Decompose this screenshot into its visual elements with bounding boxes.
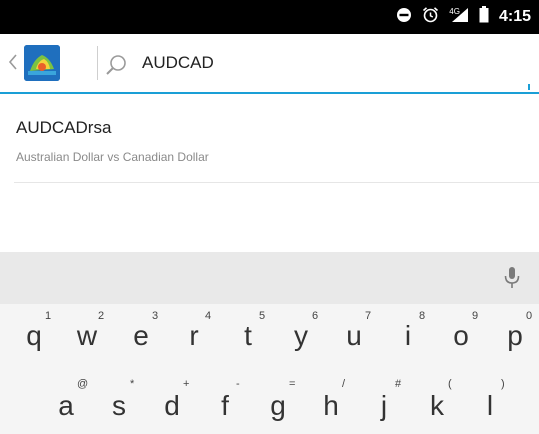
key-label: j [380,390,388,421]
key-label: r [189,320,199,351]
search-result-item[interactable]: AUDCADrsa Australian Dollar vs Canadian … [0,106,539,182]
key-label: f [221,390,229,421]
key-j[interactable]: # j [359,378,409,434]
key-s[interactable]: * s [94,378,144,434]
search-bar [0,34,539,94]
key-label: s [112,390,126,421]
key-label: o [453,320,469,351]
key-u[interactable]: 7u [329,308,379,370]
key-hint: - [236,378,240,390]
status-time: 4:15 [498,8,531,25]
key-w[interactable]: 2w [62,308,112,370]
search-underline-tick [528,84,530,90]
search-icon [105,53,129,77]
result-divider [14,182,539,183]
key-label: d [164,390,180,421]
key-t[interactable]: 5t [223,308,273,370]
key-label: t [244,320,252,351]
key-label: g [270,390,286,421]
back-chevron-icon[interactable] [8,52,18,72]
key-label: a [58,390,74,421]
key-label: k [430,390,444,421]
search-divider [97,46,98,80]
status-icons: 4G 4:15 [396,0,531,34]
key-label: e [133,320,149,351]
status-bar: 4G 4:15 [0,0,539,34]
suggestion-strip [0,252,539,304]
key-o[interactable]: 9o [436,308,486,370]
key-hint: + [183,378,190,390]
key-a[interactable]: @ a [41,378,91,434]
result-description: Australian Dollar vs Canadian Dollar [16,150,209,164]
network-type-label: 4G [449,6,460,16]
key-label: l [486,390,494,421]
key-label: w [76,320,98,351]
key-k[interactable]: (k [412,378,462,434]
search-input[interactable] [142,48,522,78]
dnd-icon [396,7,412,28]
key-h[interactable]: / h [306,378,356,434]
key-hint: * [130,378,135,390]
key-label: h [323,390,339,421]
key-q[interactable]: 1q [9,308,59,370]
key-hint: ) [501,378,505,390]
key-r[interactable]: 4r [169,308,219,370]
app-logo[interactable] [24,45,60,81]
key-e[interactable]: 3e [116,308,166,370]
key-i[interactable]: 8i [383,308,433,370]
key-d[interactable]: + d [147,378,197,434]
key-label: y [294,320,308,351]
microphone-icon[interactable] [501,266,523,290]
key-hint: = [289,378,296,390]
key-l[interactable]: ) l [465,378,515,434]
key-g[interactable]: = g [253,378,303,434]
key-hint: # [395,378,402,390]
signal-group: 4G [449,7,469,28]
result-symbol: AUDCADrsa [16,118,112,137]
key-p[interactable]: 0p [490,308,539,370]
screen: 4G 4:15 AUDCAD AUDCADrsa Australian Doll… [0,0,539,434]
key-f[interactable]: -f [200,378,250,434]
key-label: p [507,320,523,351]
battery-icon [479,6,489,28]
key-hint: @ [77,378,89,390]
key-label: q [26,320,42,351]
key-label: i [404,320,412,351]
key-y[interactable]: 6y [276,308,326,370]
key-hint: ( [448,378,452,390]
key-hint: / [342,378,346,390]
key-label: u [346,320,362,351]
alarm-icon [422,6,439,28]
keyboard: 1 q 2 w 3 e 4 r 5 t 6 y 7 u 8 i 9 o 0 p @ a * s + d - f = g / h # j(k) l [0,252,539,434]
